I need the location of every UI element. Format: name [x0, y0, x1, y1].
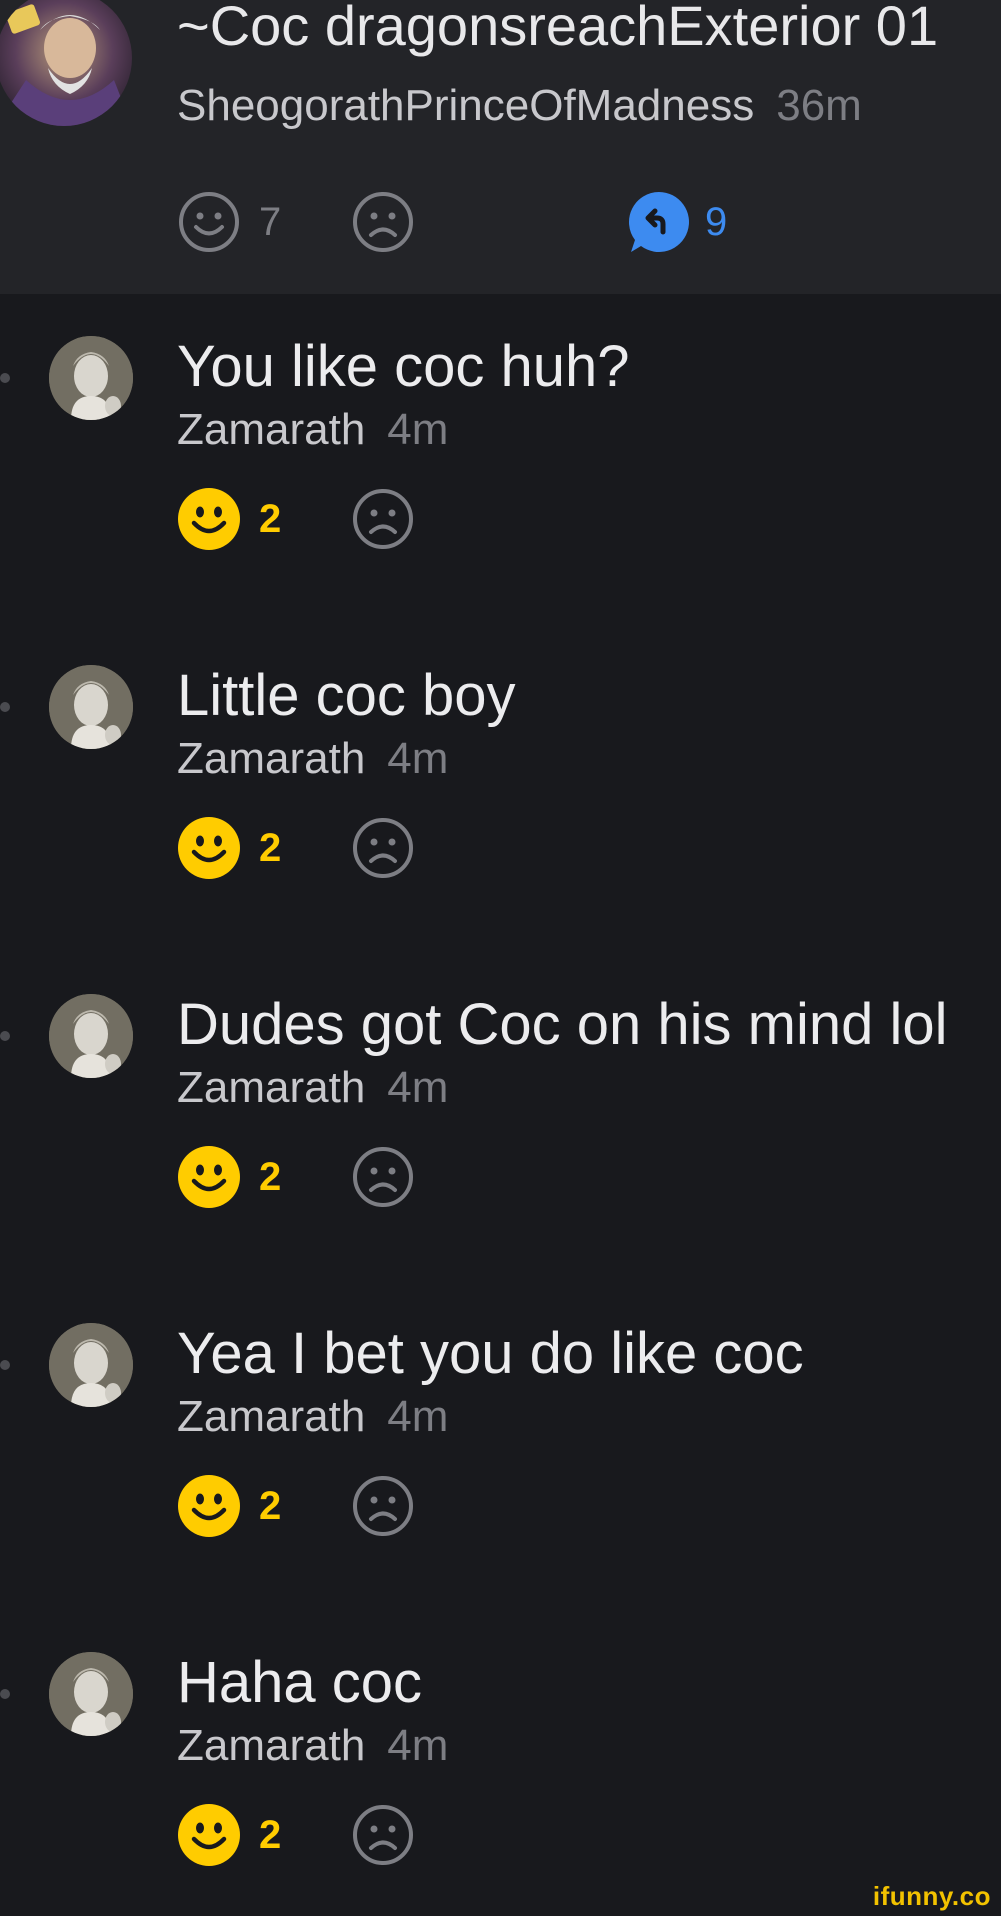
comment-time: 4m: [387, 1392, 449, 1441]
comment-text-block: Yea I bet you do like coc Zamarath 4m: [177, 1319, 804, 1443]
comment-item: You like coc huh? Zamarath 4m 2: [0, 322, 1001, 582]
comment-actions: 2: [177, 487, 415, 551]
comment-text: Haha coc: [177, 1650, 423, 1715]
commenter-avatar[interactable]: [49, 336, 133, 420]
comment-text: Yea I bet you do like coc: [177, 1321, 804, 1386]
thread-dot: [0, 702, 10, 712]
thread-dot: [0, 1689, 10, 1699]
avatar-image: [49, 1652, 133, 1736]
comment-author[interactable]: Zamarath: [177, 1721, 365, 1770]
smile-count: 2: [259, 1155, 282, 1199]
smile-button[interactable]: [177, 1803, 241, 1867]
thread-dot: [0, 1360, 10, 1370]
unsmile-button[interactable]: [351, 487, 415, 551]
smile-count: 2: [259, 1484, 282, 1528]
smile-count: 2: [259, 497, 282, 541]
parent-text-block: ~Coc dragonsreachExterior 01 SheogorathP…: [177, 0, 938, 132]
comment-item: Yea I bet you do like coc Zamarath 4m 2: [0, 1309, 1001, 1569]
frown-icon: [353, 1476, 413, 1536]
parent-meta: SheogorathPrinceOfMadness 36m: [177, 80, 938, 132]
comment-time: 4m: [387, 1063, 449, 1112]
avatar-image: [49, 665, 133, 749]
comment-author[interactable]: Zamarath: [177, 734, 365, 783]
comment-text-block: Haha coc Zamarath 4m: [177, 1648, 448, 1772]
smile-icon: [178, 1804, 240, 1866]
comment-text: Dudes got Coc on his mind lol: [177, 992, 948, 1057]
commenter-avatar[interactable]: [49, 665, 133, 749]
watermark-logo: ifunny.co: [872, 1881, 991, 1911]
smile-count: 2: [259, 1813, 282, 1857]
comment-time: 4m: [387, 405, 449, 454]
avatar-image: [49, 1323, 133, 1407]
comment-text: You like coc huh?: [177, 334, 630, 399]
reply-count: 9: [705, 200, 728, 244]
commenter-avatar[interactable]: [49, 994, 133, 1078]
smile-button[interactable]: [177, 1145, 241, 1209]
commenter-avatar[interactable]: [49, 1652, 133, 1736]
comment-time: 4m: [387, 734, 449, 783]
comment-author[interactable]: Zamarath: [177, 1063, 365, 1112]
parent-comment: ~Coc dragonsreachExterior 01 SheogorathP…: [0, 0, 1001, 294]
reply-action: 9: [627, 190, 745, 254]
smile-icon: [178, 1475, 240, 1537]
parent-actions: 7: [177, 190, 415, 254]
smile-icon: [178, 488, 240, 550]
smile-button[interactable]: [177, 487, 241, 551]
comment-text-block: Dudes got Coc on his mind lol Zamarath 4m: [177, 990, 948, 1114]
comment-meta: Zamarath 4m: [177, 404, 630, 456]
avatar-image: [0, 0, 132, 126]
smile-icon: [178, 817, 240, 879]
frown-icon: [353, 192, 413, 252]
comment-text-block: You like coc huh? Zamarath 4m: [177, 332, 630, 456]
unsmile-button[interactable]: [351, 190, 415, 254]
comment-actions: 2: [177, 1474, 415, 1538]
smile-button[interactable]: [177, 816, 241, 880]
thread-dot: [0, 1031, 10, 1041]
unsmile-button[interactable]: [351, 1474, 415, 1538]
comment-author[interactable]: Zamarath: [177, 405, 365, 454]
parent-author[interactable]: SheogorathPrinceOfMadness: [177, 81, 754, 130]
parent-comment-text: ~Coc dragonsreachExterior 01: [177, 0, 939, 57]
comment-meta: Zamarath 4m: [177, 1720, 448, 1772]
frown-icon: [353, 1805, 413, 1865]
comment-item: Haha coc Zamarath 4m 2: [0, 1638, 1001, 1898]
thread-dot: [0, 373, 10, 383]
comment-item: Dudes got Coc on his mind lol Zamarath 4m…: [0, 980, 1001, 1240]
comment-text: Little coc boy: [177, 663, 516, 728]
smile-icon: [178, 1146, 240, 1208]
unsmile-button[interactable]: [351, 1803, 415, 1867]
frown-icon: [353, 1147, 413, 1207]
comment-actions: 2: [177, 1145, 415, 1209]
frown-icon: [353, 818, 413, 878]
smile-button[interactable]: [177, 190, 241, 254]
commenter-avatar[interactable]: [49, 1323, 133, 1407]
comment-text-block: Little coc boy Zamarath 4m: [177, 661, 516, 785]
smile-count: 2: [259, 826, 282, 870]
avatar-image: [49, 994, 133, 1078]
comment-actions: 2: [177, 1803, 415, 1867]
reply-button[interactable]: [627, 190, 691, 254]
comment-actions: 2: [177, 816, 415, 880]
comment-author[interactable]: Zamarath: [177, 1392, 365, 1441]
frown-icon: [353, 489, 413, 549]
smile-count: 7: [259, 200, 282, 244]
comment-meta: Zamarath 4m: [177, 1062, 948, 1114]
reply-icon: [629, 192, 689, 252]
comment-time: 4m: [387, 1721, 449, 1770]
smile-button[interactable]: [177, 1474, 241, 1538]
comment-meta: Zamarath 4m: [177, 733, 516, 785]
parent-time: 36m: [776, 81, 862, 130]
unsmile-button[interactable]: [351, 816, 415, 880]
comment-meta: Zamarath 4m: [177, 1391, 804, 1443]
smile-icon: [179, 192, 239, 252]
unsmile-button[interactable]: [351, 1145, 415, 1209]
parent-avatar[interactable]: [0, 0, 132, 126]
avatar-image: [49, 336, 133, 420]
comment-item: Little coc boy Zamarath 4m 2: [0, 651, 1001, 911]
